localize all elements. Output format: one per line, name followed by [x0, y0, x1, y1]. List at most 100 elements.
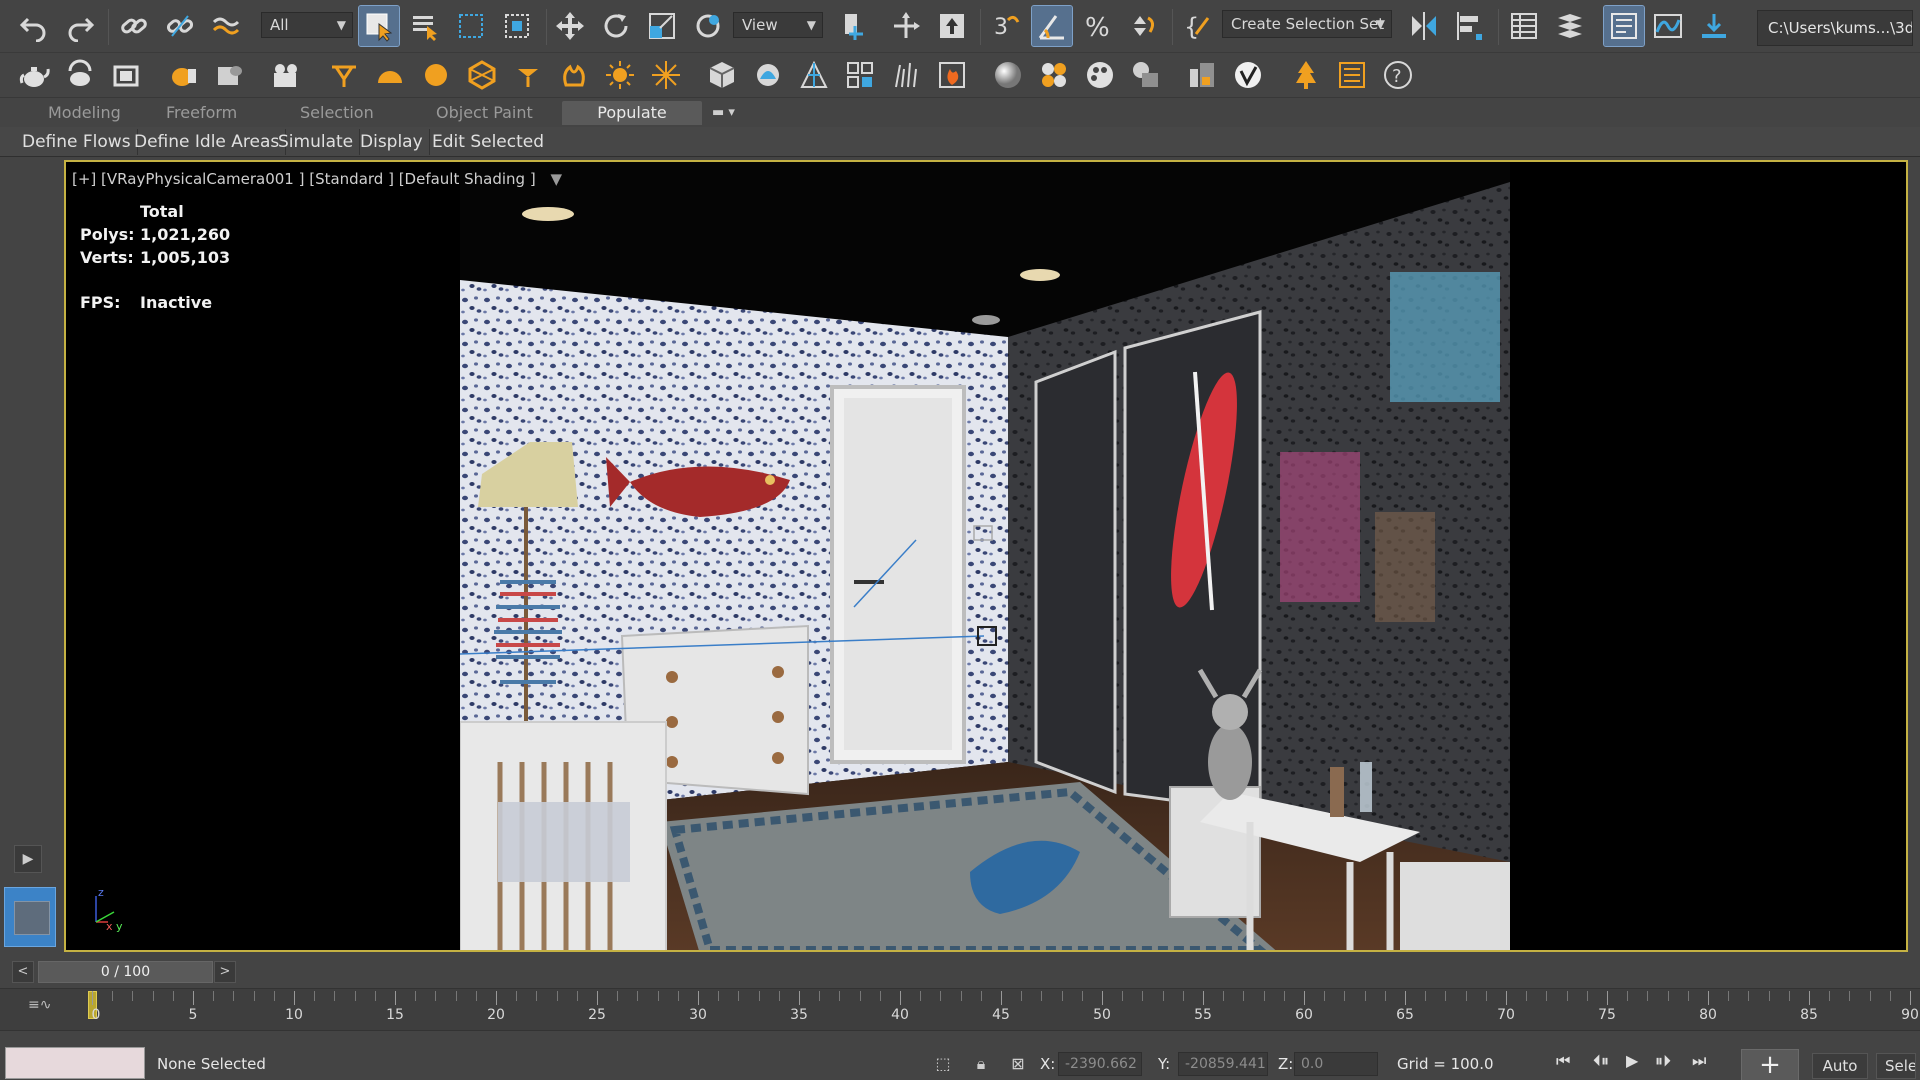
- set-key-selected-button[interactable]: Selec: [1876, 1053, 1916, 1079]
- rotate-icon[interactable]: [596, 6, 636, 46]
- reference-coordinate-dropdown[interactable]: View ▼: [733, 12, 823, 38]
- define-idle-areas-button[interactable]: Define Idle Areas: [128, 129, 287, 155]
- pivot-center-icon[interactable]: [835, 6, 875, 46]
- track-bar[interactable]: ≡∿ 0 5 10 15 20 25 30 35 40 45 50 55 60 65 70 75 80 85 90: [0, 988, 1920, 1030]
- absolute-mode-icon[interactable]: ⊠: [1006, 1052, 1030, 1076]
- rectangular-selection-icon[interactable]: [451, 6, 491, 46]
- material-editor-icon[interactable]: [1034, 55, 1074, 95]
- vray-light-icon[interactable]: [324, 55, 364, 95]
- previous-key-icon[interactable]: ⏴⏸: [1593, 1051, 1609, 1071]
- vray-sun-icon[interactable]: [600, 55, 640, 95]
- window-crossing-icon[interactable]: [497, 6, 537, 46]
- viewport-layout-thumbnail[interactable]: [4, 887, 56, 947]
- ribbon-options-icon[interactable]: ▬ ▾: [696, 101, 751, 125]
- select-object-icon[interactable]: [358, 5, 400, 47]
- material-sphere-icon[interactable]: [988, 55, 1028, 95]
- edit-named-selection-icon[interactable]: {: [1178, 6, 1218, 46]
- vray-frame-buffer-icon[interactable]: [164, 55, 204, 95]
- isolate-selection-icon[interactable]: ⬚: [931, 1052, 955, 1076]
- undo-icon[interactable]: [14, 6, 54, 46]
- teapot-icon[interactable]: [14, 55, 54, 95]
- display-button[interactable]: Display: [354, 129, 430, 155]
- unlink-icon[interactable]: [160, 6, 200, 46]
- tab-object-paint[interactable]: Object Paint: [420, 101, 549, 125]
- frame-tick: [1223, 991, 1225, 1001]
- vray-scene-converter-icon[interactable]: [1182, 55, 1222, 95]
- vray-plane-icon[interactable]: [748, 55, 788, 95]
- material-palette-icon[interactable]: [1080, 55, 1120, 95]
- render-setup-icon[interactable]: [1694, 6, 1734, 46]
- mirror-icon[interactable]: [1404, 6, 1444, 46]
- scene-explorer-icon[interactable]: [1504, 6, 1544, 46]
- vray-fur-icon[interactable]: [794, 55, 834, 95]
- curve-editor-icon[interactable]: [1648, 6, 1688, 46]
- frame-tick: [1061, 991, 1063, 1001]
- move-icon[interactable]: [550, 6, 590, 46]
- next-key-icon[interactable]: ⏸⏵: [1655, 1051, 1671, 1071]
- camera-viewport[interactable]: [+] [VRayPhysicalCamera001 ] [Standard ]…: [64, 160, 1908, 952]
- vray-sky-icon[interactable]: [646, 55, 686, 95]
- render-frame-icon[interactable]: [60, 55, 100, 95]
- tab-freeform[interactable]: Freeform: [150, 101, 253, 125]
- z-coordinate-field[interactable]: 0.0: [1294, 1052, 1378, 1076]
- render-production-icon[interactable]: [106, 55, 146, 95]
- simulate-button[interactable]: Simulate: [272, 129, 361, 155]
- tab-modeling[interactable]: Modeling: [32, 101, 137, 125]
- scale-icon[interactable]: [642, 6, 682, 46]
- go-to-end-icon[interactable]: ⏭: [1692, 1051, 1706, 1071]
- define-flows-button[interactable]: Define Flows: [16, 129, 138, 155]
- select-by-name-icon[interactable]: [405, 6, 445, 46]
- vray-volume-grid-icon[interactable]: [840, 55, 880, 95]
- help-icon[interactable]: ?: [1378, 55, 1418, 95]
- auto-key-button[interactable]: Auto: [1812, 1053, 1868, 1079]
- vray-mesh-light-icon[interactable]: [462, 55, 502, 95]
- curve-editor-toggle-icon[interactable]: ≡∿: [28, 997, 51, 1013]
- next-frame-button[interactable]: >: [214, 961, 236, 983]
- vray-proxy-icon[interactable]: [702, 55, 742, 95]
- vray-camera-icon[interactable]: [266, 55, 306, 95]
- ribbon-toggle-icon[interactable]: [1603, 5, 1645, 47]
- previous-frame-button[interactable]: <: [12, 961, 34, 983]
- vray-render-icon[interactable]: [210, 55, 250, 95]
- maxscript-listener[interactable]: [5, 1047, 145, 1079]
- y-coordinate-field[interactable]: -20859.441: [1178, 1052, 1268, 1076]
- align-icon[interactable]: [1450, 6, 1490, 46]
- angle-snap-icon[interactable]: [1031, 5, 1073, 47]
- go-to-start-icon[interactable]: ⏮: [1556, 1051, 1570, 1071]
- project-path-field[interactable]: C:\Users\kums...\3ds M: [1757, 10, 1913, 46]
- vray-ambient-light-icon[interactable]: [554, 55, 594, 95]
- layer-explorer-icon[interactable]: [1550, 6, 1590, 46]
- forest-pack-icon[interactable]: [1286, 55, 1326, 95]
- place-icon[interactable]: [688, 6, 728, 46]
- vray-ies-light-icon[interactable]: [508, 55, 548, 95]
- tab-populate[interactable]: Populate: [562, 101, 702, 125]
- tab-selection[interactable]: Selection: [284, 101, 390, 125]
- play-icon[interactable]: ▶: [1626, 1051, 1638, 1070]
- vray-lister-icon[interactable]: [1126, 55, 1166, 95]
- snaps-toggle-icon[interactable]: 3: [986, 6, 1026, 46]
- named-selection-dropdown[interactable]: Create Selection Set ▼: [1222, 10, 1392, 38]
- set-key-icon[interactable]: +: [1741, 1049, 1799, 1080]
- filter-icon[interactable]: ▼: [550, 170, 562, 188]
- percent-snap-icon[interactable]: %: [1078, 6, 1118, 46]
- expand-layout-icon[interactable]: ▶: [14, 845, 42, 873]
- redo-icon[interactable]: [60, 6, 100, 46]
- bind-space-warp-icon[interactable]: [206, 6, 246, 46]
- vray-grass-icon[interactable]: [886, 55, 926, 95]
- axis-y-label: y: [116, 920, 123, 932]
- vray-logo-icon[interactable]: [1228, 55, 1268, 95]
- x-coordinate-field[interactable]: -2390.662: [1058, 1052, 1142, 1076]
- selection-filter-dropdown[interactable]: All ▼: [261, 12, 353, 38]
- select-manipulate-icon[interactable]: [886, 6, 926, 46]
- edit-selected-button[interactable]: Edit Selected: [426, 129, 550, 155]
- vray-fire-icon[interactable]: [932, 55, 972, 95]
- railclone-icon[interactable]: [1332, 55, 1372, 95]
- vray-dome-light-icon[interactable]: [370, 55, 410, 95]
- vray-sphere-light-icon[interactable]: [416, 55, 456, 95]
- selection-lock-icon[interactable]: 🔒︎: [969, 1052, 993, 1076]
- viewport-label[interactable]: [+] [VRayPhysicalCamera001 ] [Standard ]…: [72, 170, 562, 188]
- time-slider[interactable]: 0 / 100: [38, 961, 213, 983]
- link-icon[interactable]: [114, 6, 154, 46]
- spinner-snap-icon[interactable]: [1124, 6, 1164, 46]
- keyboard-shortcut-icon[interactable]: [932, 6, 972, 46]
